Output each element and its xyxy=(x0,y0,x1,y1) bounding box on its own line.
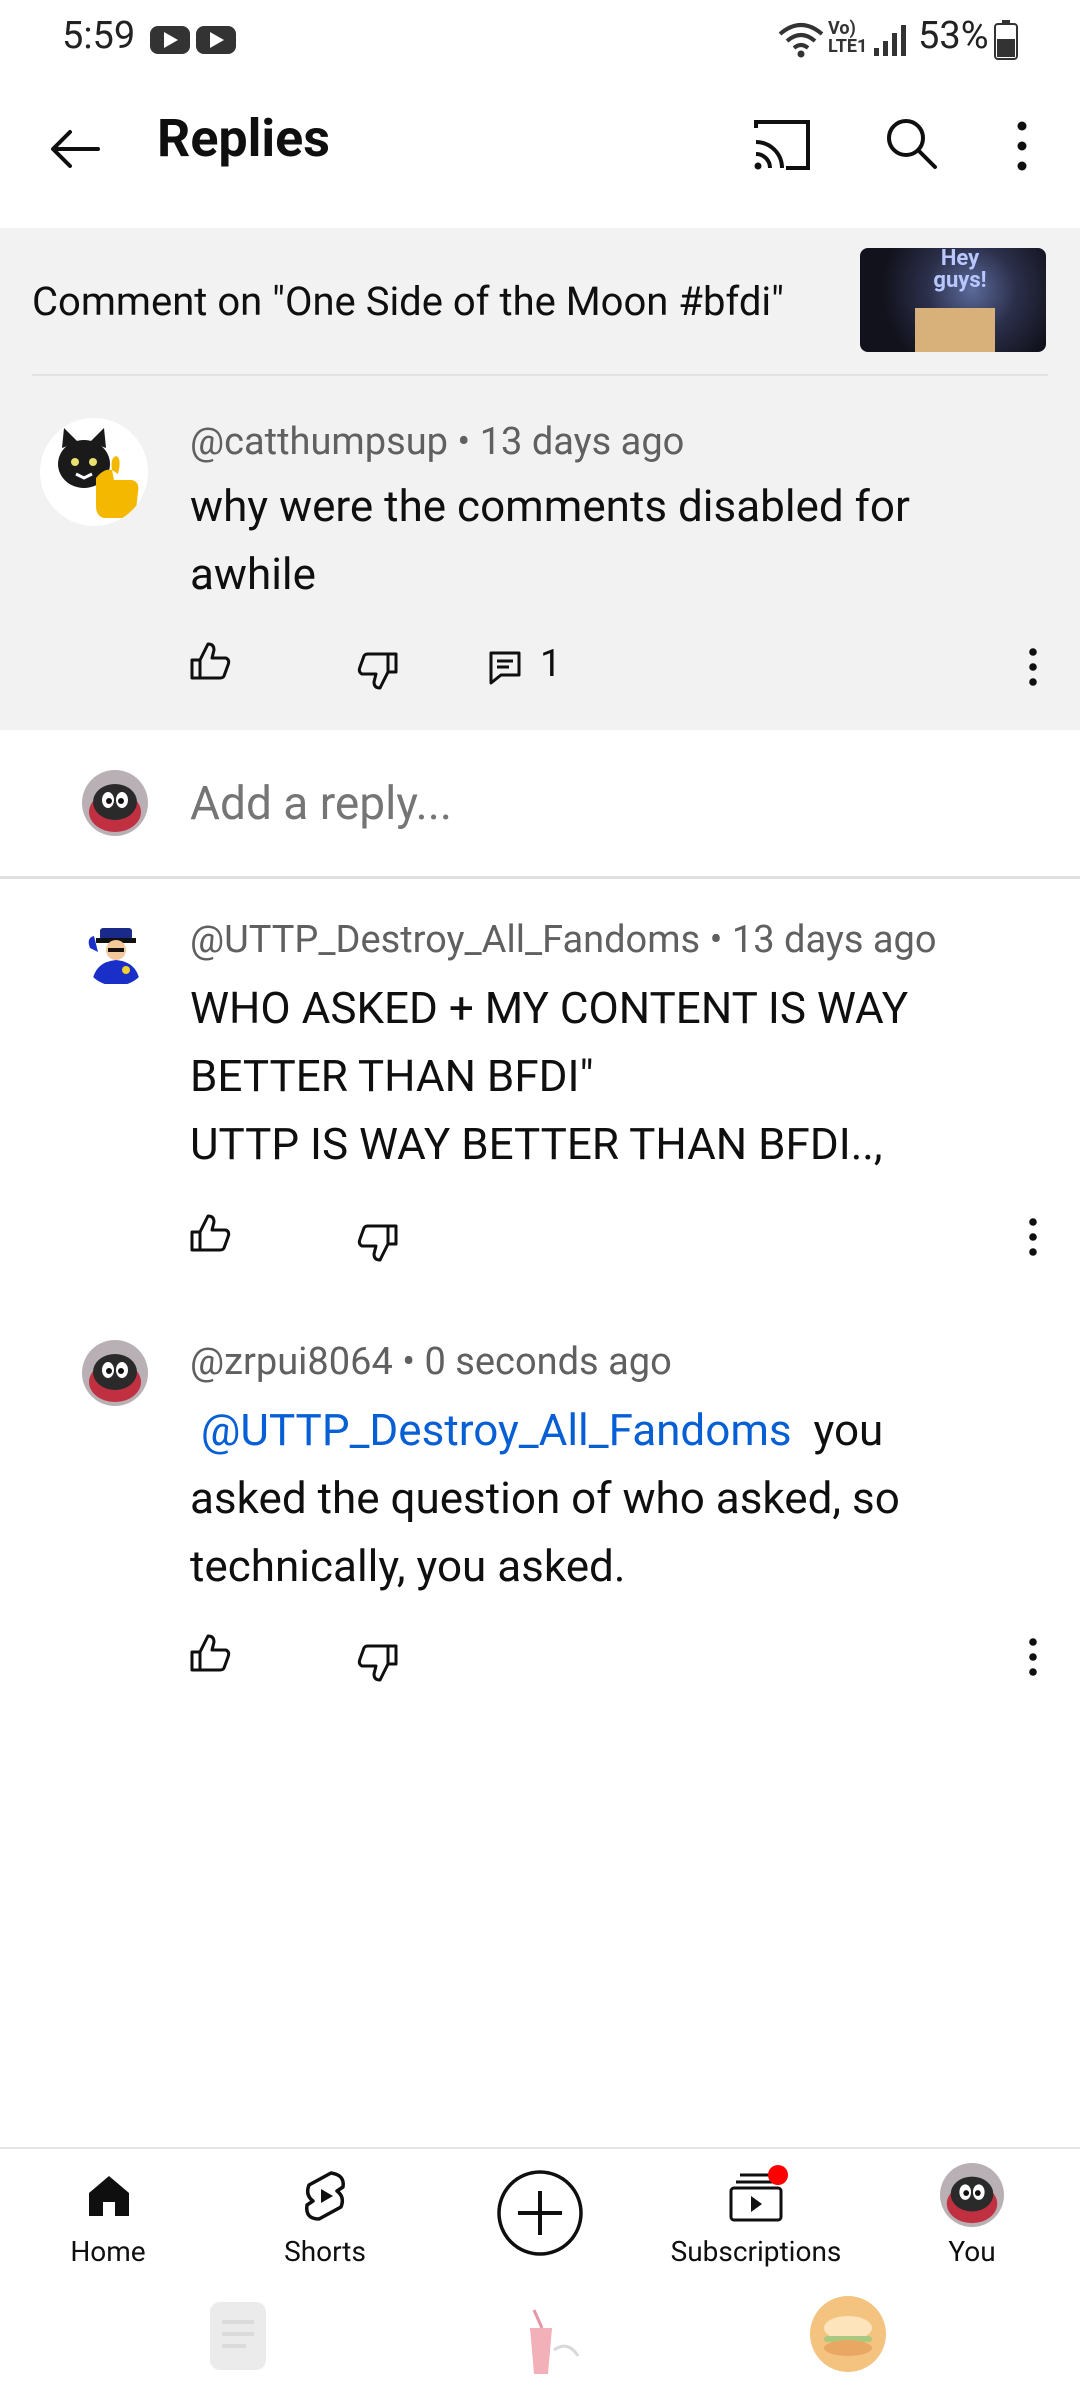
reply-time: 13 days ago xyxy=(731,918,937,962)
system-navigation-bar xyxy=(0,2296,1080,2400)
youtube-notification-icon xyxy=(150,26,190,54)
reply-time: 0 seconds ago xyxy=(424,1340,672,1384)
app-bar: Replies xyxy=(0,80,1080,228)
video-thumbnail[interactable]: Hey guys! xyxy=(860,248,1046,352)
reply-text-fragment: you xyxy=(813,1404,884,1456)
add-reply-input[interactable] xyxy=(190,776,890,832)
police-officer-icon xyxy=(88,928,140,984)
reply-meta: @zrpui8064 • 0 seconds ago xyxy=(190,1340,672,1384)
nav-shorts[interactable]: Shorts xyxy=(225,2159,425,2299)
video-context-title[interactable]: Comment on "One Side of the Moon #bfdi" xyxy=(32,278,784,325)
status-time: 5:59 xyxy=(62,14,136,58)
comment-time: 13 days ago xyxy=(479,420,685,464)
reply-text-line: @UTTP_Destroy_All_Fandoms you xyxy=(190,1396,1050,1464)
reply-text-line: UTTP IS WAY BETTER THAN BFDI.., xyxy=(190,1118,883,1170)
reply-meta: @UTTP_Destroy_All_Fandoms • 13 days ago xyxy=(190,918,937,962)
drink-app-icon[interactable] xyxy=(504,2300,584,2380)
reply-count[interactable]: 1 xyxy=(540,642,561,686)
notification-dot xyxy=(768,2165,788,2185)
nav-you-label: You xyxy=(948,2235,996,2268)
nav-subscriptions[interactable]: Subscriptions xyxy=(656,2159,856,2299)
nav-home-label: Home xyxy=(70,2235,146,2268)
more-options-icon[interactable] xyxy=(1006,118,1038,174)
my-avatar xyxy=(82,770,148,836)
comment-text-line: awhile xyxy=(190,548,316,600)
thumbnail-caption: Hey guys! xyxy=(933,248,987,293)
divider xyxy=(32,374,1048,376)
network-label: Vo) LTE1 xyxy=(828,18,868,57)
user-avatar-icon xyxy=(89,784,141,832)
divider xyxy=(0,876,1080,879)
shorts-icon xyxy=(305,2171,345,2221)
mention-link[interactable]: @UTTP_Destroy_All_Fandoms xyxy=(201,1404,792,1456)
page-title: Replies xyxy=(157,108,330,169)
reply-more-icon[interactable] xyxy=(1020,1636,1046,1678)
user-avatar-icon xyxy=(89,1354,141,1402)
signal-icon xyxy=(874,25,906,56)
reply-author[interactable]: @zrpui8064 xyxy=(190,1340,393,1384)
reply-text: @UTTP_Destroy_All_Fandoms you asked the … xyxy=(190,1396,1050,1600)
reply-text-line: technically, you asked. xyxy=(190,1540,626,1592)
reply-text-line: BETTER THAN BFDI" xyxy=(190,1050,594,1102)
dislike-icon[interactable] xyxy=(356,648,400,692)
battery-icon xyxy=(994,20,1018,60)
create-icon[interactable] xyxy=(496,2169,584,2257)
comment-author[interactable]: @catthumpsup xyxy=(190,420,448,464)
nav-subscriptions-label: Subscriptions xyxy=(670,2235,842,2268)
reply-icon[interactable] xyxy=(488,650,522,686)
user-avatar-icon xyxy=(946,2176,998,2224)
comment-meta: @catthumpsup • 13 days ago xyxy=(190,420,684,464)
notes-app-icon[interactable] xyxy=(202,2298,274,2374)
comment-text-line: why were the comments disabled for xyxy=(190,480,910,532)
back-arrow-icon[interactable] xyxy=(44,118,106,180)
avatar[interactable] xyxy=(82,1340,148,1406)
like-icon[interactable] xyxy=(188,1632,232,1676)
wifi-icon xyxy=(778,23,824,58)
like-icon[interactable] xyxy=(188,640,232,684)
like-icon[interactable] xyxy=(188,1212,232,1256)
reply-author[interactable]: @UTTP_Destroy_All_Fandoms xyxy=(190,918,700,962)
youtube-notification-icon xyxy=(196,26,236,54)
burger-app-icon[interactable] xyxy=(808,2294,888,2374)
reply-text-line: asked the question of who asked, so xyxy=(190,1472,900,1524)
battery-percent: 53% xyxy=(918,14,989,58)
home-icon xyxy=(89,2176,129,2216)
thumbnail-ground xyxy=(915,308,995,352)
search-icon[interactable] xyxy=(884,116,940,172)
dislike-icon[interactable] xyxy=(356,1220,400,1264)
reply-text: WHO ASKED + MY CONTENT IS WAY BETTER THA… xyxy=(190,974,1050,1178)
reply-text-line: WHO ASKED + MY CONTENT IS WAY xyxy=(190,982,909,1034)
dislike-icon[interactable] xyxy=(356,1640,400,1684)
avatar[interactable] xyxy=(40,418,148,526)
meta-separator: • xyxy=(709,918,723,962)
meta-separator: • xyxy=(402,1340,416,1384)
nav-home[interactable]: Home xyxy=(8,2159,208,2299)
status-bar: 5:59 Vo) LTE1 53% xyxy=(0,0,1080,80)
avatar[interactable] xyxy=(82,918,150,986)
comment-text: why were the comments disabled for awhil… xyxy=(190,472,1030,608)
reply-more-icon[interactable] xyxy=(1020,1216,1046,1258)
nav-shorts-label: Shorts xyxy=(284,2235,366,2268)
bottom-navigation: Home Shorts Subscriptions You xyxy=(0,2147,1080,2304)
comment-more-icon[interactable] xyxy=(1020,646,1046,688)
you-avatar xyxy=(940,2163,1004,2227)
cat-thumbs-up-icon xyxy=(58,428,139,518)
meta-separator: • xyxy=(457,420,471,464)
nav-you[interactable]: You xyxy=(872,2159,1072,2299)
cast-icon[interactable] xyxy=(752,118,812,172)
